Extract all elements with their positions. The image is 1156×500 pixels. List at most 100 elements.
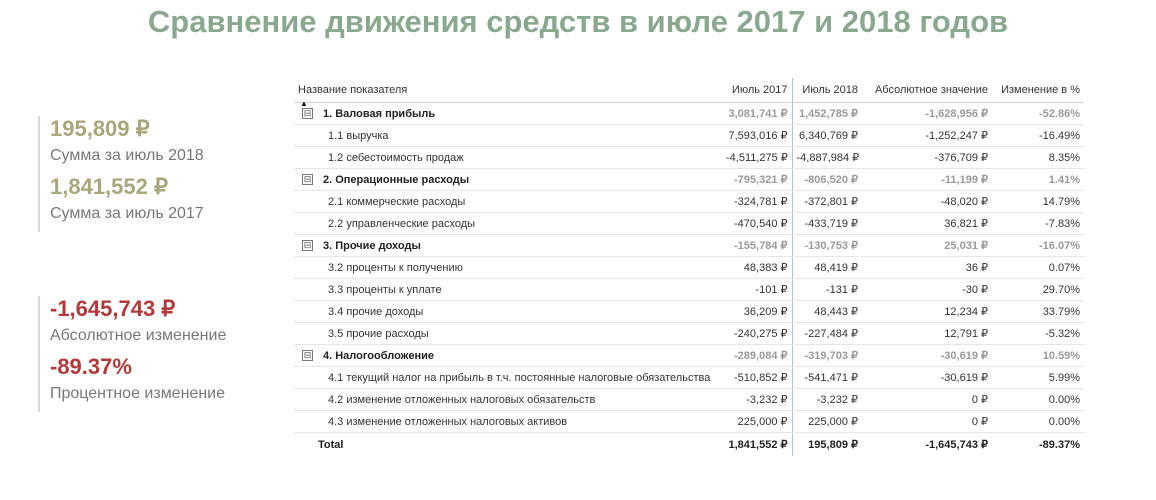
column-header-name[interactable]: Название показателя ▲ bbox=[294, 78, 722, 108]
column-header-july-2017[interactable]: Июль 2017 bbox=[722, 78, 793, 103]
table-row: 3.3 проценты к уплате -101 ₽ -131 ₽ -30 ₽29… bbox=[294, 278, 1084, 301]
row-name-cell: 1.1 выручка bbox=[294, 124, 722, 147]
cell-july-2018: 48,419 ₽ bbox=[792, 256, 862, 279]
cell-percent: 33.79% bbox=[992, 300, 1084, 323]
cell-absolute: -1,252,247 ₽ bbox=[862, 124, 992, 147]
cell-july-2017: -470,540 ₽ bbox=[722, 212, 793, 235]
kpi-pct-change-label: Процентное изменение bbox=[50, 385, 225, 402]
row-name-label: 4.1 текущий налог на прибыль в т.ч. пост… bbox=[328, 371, 711, 384]
kpi-sum-2017-value: 1,841,552 ₽ bbox=[50, 174, 168, 199]
cell-july-2017: -795,321 ₽ bbox=[722, 168, 793, 191]
matrix-table-container[interactable]: Название показателя ▲ Июль 2017 Июль 201… bbox=[294, 78, 1084, 456]
row-name-label: 3.5 прочие расходы bbox=[328, 327, 429, 340]
table-group-row: ⊟ 2. Операционные расходы -795,321 ₽ -806,5… bbox=[294, 168, 1084, 191]
cell-absolute: 0 ₽ bbox=[862, 388, 992, 411]
column-header-july-2018[interactable]: Июль 2018 bbox=[792, 78, 862, 103]
kpi-abs-change-value: -1,645,743 ₽ bbox=[50, 296, 176, 321]
row-name-cell[interactable]: ⊟ 3. Прочие доходы bbox=[294, 234, 722, 257]
cell-july-2017: -324,781 ₽ bbox=[722, 190, 793, 213]
table-group-row: ⊟ 1. Валовая прибыль 3,081,741 ₽1,452,785 … bbox=[294, 102, 1084, 125]
collapse-icon[interactable]: ⊟ bbox=[302, 240, 313, 252]
kpi-pct-change-value: -89.37% bbox=[50, 354, 132, 379]
cell-july-2017: -510,852 ₽ bbox=[722, 366, 793, 389]
row-name-cell: 3.5 прочие расходы bbox=[294, 322, 722, 345]
row-name-cell: 3.4 прочие доходы bbox=[294, 300, 722, 323]
cell-percent: 0.00% bbox=[992, 388, 1084, 411]
table-row: 1.1 выручка 7,593,016 ₽6,340,769 ₽ -1,252,… bbox=[294, 124, 1084, 147]
row-name-label: 2.2 управленческие расходы bbox=[328, 217, 476, 230]
row-name-cell[interactable]: ⊟ 2. Операционные расходы bbox=[294, 168, 722, 191]
column-header-percent[interactable]: Изменение в % bbox=[992, 78, 1084, 103]
row-name-cell[interactable]: ⊟ 4. Налогообложение bbox=[294, 344, 722, 367]
row-name-cell[interactable]: ⊟ 1. Валовая прибыль bbox=[294, 102, 722, 125]
row-name-label: 3.2 проценты к получению bbox=[328, 261, 463, 274]
row-name-cell: 4.1 текущий налог на прибыль в т.ч. пост… bbox=[294, 366, 722, 389]
cell-absolute: -30 ₽ bbox=[862, 278, 992, 301]
cell-percent: 29.70% bbox=[992, 278, 1084, 301]
row-name-cell: 2.2 управленческие расходы bbox=[294, 212, 722, 235]
cell-july-2018: -541,471 ₽ bbox=[792, 366, 862, 389]
cell-july-2017: -240,275 ₽ bbox=[722, 322, 793, 345]
cell-july-2018: -433,719 ₽ bbox=[792, 212, 862, 235]
cell-absolute: -11,199 ₽ bbox=[862, 168, 992, 191]
cell-july-2017: 7,593,016 ₽ bbox=[722, 124, 793, 147]
cell-percent: -16.49% bbox=[992, 124, 1084, 147]
cell-percent: -52.86% bbox=[992, 102, 1084, 125]
row-name-cell: 4.3 изменение отложенных налоговых актив… bbox=[294, 410, 722, 433]
table-row: 3.2 проценты к получению 48,383 ₽48,419 ₽… bbox=[294, 256, 1084, 279]
kpi-sum-2017-label: Сумма за июль 2017 bbox=[50, 205, 204, 222]
column-header-name-label: Название показателя bbox=[298, 84, 408, 96]
cell-percent: 0.07% bbox=[992, 256, 1084, 279]
collapse-icon[interactable]: ⊟ bbox=[302, 108, 313, 120]
row-name-label: 1.2 себестоимость продаж bbox=[328, 151, 464, 164]
cell-july-2018: -130,753 ₽ bbox=[792, 234, 862, 257]
row-name-label: 2. Операционные расходы bbox=[323, 173, 470, 186]
cell-absolute: 12,234 ₽ bbox=[862, 300, 992, 323]
table-row: 3.4 прочие доходы 36,209 ₽48,443 ₽12,234 … bbox=[294, 300, 1084, 323]
table-row: 4.3 изменение отложенных налоговых актив… bbox=[294, 410, 1084, 433]
sort-ascending-icon: ▲ bbox=[300, 99, 308, 108]
table-row: 2.2 управленческие расходы -470,540 ₽ -433… bbox=[294, 212, 1084, 235]
row-name-label: 1. Валовая прибыль bbox=[323, 107, 436, 120]
total-july-2017: 1,841,552 ₽ bbox=[722, 432, 793, 456]
kpi-card-changes: -1,645,743 ₽ Абсолютное изменение -89.37… bbox=[38, 296, 226, 412]
cell-july-2017: -289,084 ₽ bbox=[722, 344, 793, 367]
cell-july-2018: -227,484 ₽ bbox=[792, 322, 862, 345]
cell-absolute: -48,020 ₽ bbox=[862, 190, 992, 213]
row-name-label: 4. Налогообложение bbox=[323, 349, 434, 362]
cell-percent: -5.32% bbox=[992, 322, 1084, 345]
cell-percent: 14.79% bbox=[992, 190, 1084, 213]
cell-absolute: -1,628,956 ₽ bbox=[862, 102, 992, 125]
cell-july-2018: 1,452,785 ₽ bbox=[792, 102, 862, 125]
cell-percent: 5.99% bbox=[992, 366, 1084, 389]
kpi-card-sums: 195,809 ₽ Сумма за июль 2018 1,841,552 ₽… bbox=[38, 116, 204, 232]
row-name-label: 2.1 коммерческие расходы bbox=[328, 195, 466, 208]
kpi-sum-2018-value: 195,809 ₽ bbox=[50, 116, 150, 141]
collapse-icon[interactable]: ⊟ bbox=[302, 350, 313, 362]
kpi-abs-change-label: Абсолютное изменение bbox=[50, 327, 227, 344]
collapse-icon[interactable]: ⊟ bbox=[302, 174, 313, 186]
cell-july-2017: -101 ₽ bbox=[722, 278, 793, 301]
cell-july-2018: 6,340,769 ₽ bbox=[792, 124, 862, 147]
cell-july-2017: 3,081,741 ₽ bbox=[722, 102, 793, 125]
total-percent: -89.37% bbox=[992, 432, 1084, 456]
cell-july-2017: 36,209 ₽ bbox=[722, 300, 793, 323]
cell-july-2017: -155,784 ₽ bbox=[722, 234, 793, 257]
cell-absolute: 36 ₽ bbox=[862, 256, 992, 279]
cell-absolute: 25,031 ₽ bbox=[862, 234, 992, 257]
table-row: 4.1 текущий налог на прибыль в т.ч. пост… bbox=[294, 366, 1084, 389]
cell-percent: 1.41% bbox=[992, 168, 1084, 191]
column-header-absolute[interactable]: Абсолютное значение bbox=[862, 78, 992, 103]
cell-july-2018: -131 ₽ bbox=[792, 278, 862, 301]
row-name-cell: 3.3 проценты к уплате bbox=[294, 278, 722, 301]
page-title: Сравнение движения средств в июле 2017 и… bbox=[147, 4, 1009, 39]
cell-percent: 10.59% bbox=[992, 344, 1084, 367]
table-row: 1.2 себестоимость продаж -4,511,275 ₽ -4,8… bbox=[294, 146, 1084, 169]
table-group-row: ⊟ 3. Прочие доходы -155,784 ₽ -130,753 ₽25,… bbox=[294, 234, 1084, 257]
row-name-cell: 3.2 проценты к получению bbox=[294, 256, 722, 279]
cell-july-2017: 225,000 ₽ bbox=[722, 410, 793, 433]
row-name-label: 3.3 проценты к уплате bbox=[328, 283, 442, 296]
row-name-label: 3.4 прочие доходы bbox=[328, 305, 424, 318]
total-july-2018: 195,809 ₽ bbox=[792, 432, 862, 456]
table-total-row: Total 1,841,552 ₽195,809 ₽ -1,645,743 ₽ -89… bbox=[294, 432, 1084, 456]
